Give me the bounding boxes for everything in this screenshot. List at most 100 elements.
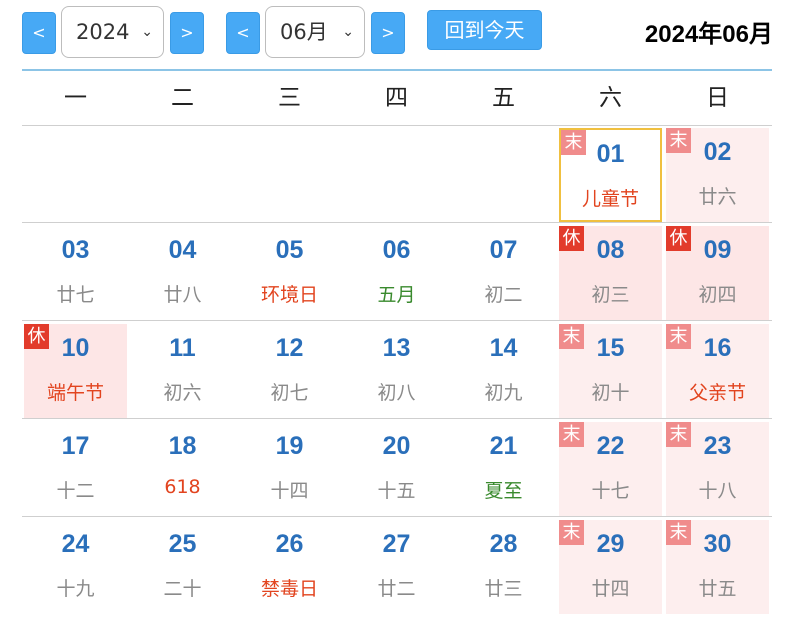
day-cell-22[interactable]: 末 22 十七 xyxy=(559,422,662,516)
day-cell-08[interactable]: 休 08 初三 xyxy=(559,226,662,320)
weekday-mon: 一 xyxy=(64,85,87,111)
chevron-down-icon: ⌄ xyxy=(141,24,153,40)
day-cell-09[interactable]: 休 09 初四 xyxy=(666,226,769,320)
day-cell-23[interactable]: 末 23 十八 xyxy=(666,422,769,516)
day-cell-07[interactable]: 07 初二 xyxy=(452,226,555,320)
day-subtitle: 儿童节 xyxy=(581,188,639,210)
day-subtitle: 夏至 xyxy=(484,480,523,502)
week-divider xyxy=(22,516,772,517)
day-subtitle: 十七 xyxy=(591,480,630,502)
day-number: 05 xyxy=(275,236,304,264)
day-number: 12 xyxy=(275,334,304,362)
day-number: 18 xyxy=(168,432,197,460)
weekday-wed: 三 xyxy=(278,85,301,111)
day-number: 02 xyxy=(703,138,732,166)
day-number: 14 xyxy=(489,334,518,362)
day-number: 15 xyxy=(596,334,625,362)
day-subtitle: 廿七 xyxy=(56,284,95,306)
day-cell-30[interactable]: 末 30 廿五 xyxy=(666,520,769,614)
day-subtitle: 廿五 xyxy=(698,578,737,600)
day-subtitle: 廿六 xyxy=(698,186,737,208)
day-cell-15[interactable]: 末 15 初十 xyxy=(559,324,662,418)
day-number: 09 xyxy=(703,236,732,264)
prev-year-button[interactable]: < xyxy=(22,12,56,54)
weekday-sun: 日 xyxy=(706,85,729,111)
weekday-tue: 二 xyxy=(171,85,194,111)
day-cell-12[interactable]: 12 初七 xyxy=(238,324,341,418)
day-number: 30 xyxy=(703,530,732,558)
day-cell-01[interactable]: 末 01 儿童节 xyxy=(559,128,662,222)
month-select[interactable]: 06月 ⌄ xyxy=(265,6,365,58)
prev-month-button[interactable]: < xyxy=(226,12,260,54)
day-subtitle: 十五 xyxy=(377,480,416,502)
day-cell-05[interactable]: 05 环境日 xyxy=(238,226,341,320)
day-subtitle: 618 xyxy=(164,476,201,498)
day-subtitle: 十四 xyxy=(270,480,309,502)
day-cell-06[interactable]: 06 五月 xyxy=(345,226,448,320)
calendar-grid: 末 01 儿童节末 02 廿六 03 廿七 04 廿八 05 环境日 06 五月 07 初二休 08 初三休 09… xyxy=(22,126,772,616)
week-divider xyxy=(22,222,772,223)
day-number: 27 xyxy=(382,530,411,558)
day-subtitle: 初十 xyxy=(591,382,630,404)
back-to-today-button[interactable]: 回到今天 xyxy=(427,10,542,50)
next-month-button[interactable]: > xyxy=(371,12,405,54)
day-number: 11 xyxy=(169,334,196,362)
weekday-thu: 四 xyxy=(385,85,408,111)
day-cell-17[interactable]: 17 十二 xyxy=(24,422,127,516)
day-number: 25 xyxy=(168,530,197,558)
day-number: 07 xyxy=(489,236,518,264)
day-cell-29[interactable]: 末 29 廿四 xyxy=(559,520,662,614)
calendar-toolbar: < 2024 ⌄ > < 06月 ⌄ > 回到今天 2024年06月 xyxy=(0,0,789,68)
day-subtitle: 初四 xyxy=(698,284,737,306)
day-cell-18[interactable]: 18 618 xyxy=(131,422,234,516)
day-subtitle: 五月 xyxy=(377,284,416,306)
day-number: 28 xyxy=(489,530,518,558)
year-select[interactable]: 2024 ⌄ xyxy=(61,6,164,58)
day-number: 19 xyxy=(275,432,304,460)
week-divider xyxy=(22,418,772,419)
next-year-button[interactable]: > xyxy=(170,12,204,54)
day-cell-28[interactable]: 28 廿三 xyxy=(452,520,555,614)
day-number: 13 xyxy=(382,334,411,362)
day-number: 01 xyxy=(596,140,625,168)
day-subtitle: 端午节 xyxy=(46,382,104,404)
day-cell-20[interactable]: 20 十五 xyxy=(345,422,448,516)
toolbar-divider xyxy=(22,69,772,71)
day-cell-13[interactable]: 13 初八 xyxy=(345,324,448,418)
day-cell-10[interactable]: 休 10 端午节 xyxy=(24,324,127,418)
day-subtitle: 十九 xyxy=(56,578,95,600)
day-cell-27[interactable]: 27 廿二 xyxy=(345,520,448,614)
day-cell-26[interactable]: 26 禁毒日 xyxy=(238,520,341,614)
day-cell-19[interactable]: 19 十四 xyxy=(238,422,341,516)
day-number: 24 xyxy=(61,530,90,558)
day-subtitle: 父亲节 xyxy=(688,382,746,404)
day-number: 29 xyxy=(596,530,625,558)
day-number: 16 xyxy=(703,334,732,362)
day-cell-14[interactable]: 14 初九 xyxy=(452,324,555,418)
day-subtitle: 廿八 xyxy=(163,284,202,306)
day-subtitle: 初七 xyxy=(270,382,309,404)
weekday-sat: 六 xyxy=(599,85,622,111)
day-number: 10 xyxy=(61,334,90,362)
day-cell-04[interactable]: 04 廿八 xyxy=(131,226,234,320)
day-cell-03[interactable]: 03 廿七 xyxy=(24,226,127,320)
day-number: 26 xyxy=(275,530,304,558)
day-cell-16[interactable]: 末 16 父亲节 xyxy=(666,324,769,418)
day-cell-24[interactable]: 24 十九 xyxy=(24,520,127,614)
day-subtitle: 廿三 xyxy=(484,578,523,600)
day-cell-21[interactable]: 21 夏至 xyxy=(452,422,555,516)
weekday-header: 一 二 三 四 五 六 日 xyxy=(22,72,772,124)
chevron-down-icon: ⌄ xyxy=(342,24,354,40)
month-select-value: 06月 xyxy=(280,20,328,44)
day-number: 08 xyxy=(596,236,625,264)
weekday-fri: 五 xyxy=(492,85,515,111)
day-number: 04 xyxy=(168,236,197,264)
day-subtitle: 廿二 xyxy=(377,578,416,600)
day-number: 23 xyxy=(703,432,732,460)
day-cell-25[interactable]: 25 二十 xyxy=(131,520,234,614)
day-subtitle: 初六 xyxy=(163,382,202,404)
day-subtitle: 十二 xyxy=(56,480,95,502)
day-subtitle: 初二 xyxy=(484,284,523,306)
day-cell-02[interactable]: 末 02 廿六 xyxy=(666,128,769,222)
day-cell-11[interactable]: 11 初六 xyxy=(131,324,234,418)
